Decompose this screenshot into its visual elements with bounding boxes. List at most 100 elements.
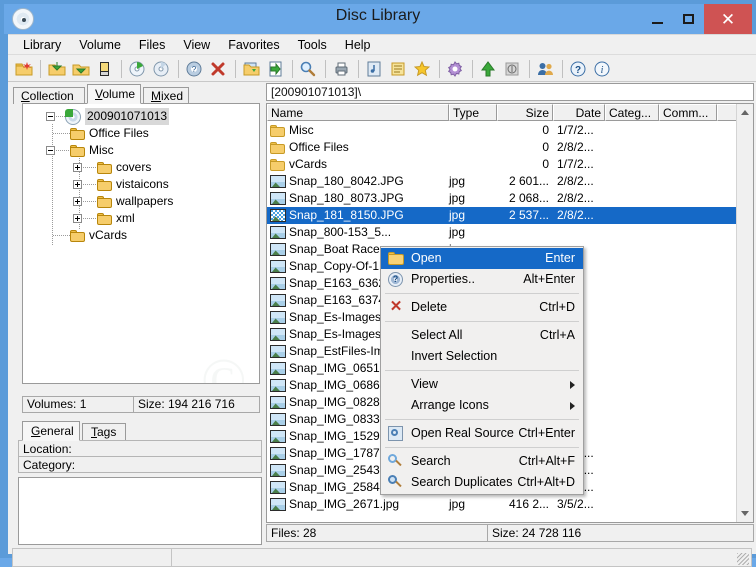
context-menu-separator <box>385 447 579 448</box>
favorites-star-icon[interactable] <box>412 58 434 80</box>
context-menu-item-open[interactable]: Open Enter <box>381 248 583 269</box>
context-menu-item-label: Properties.. <box>411 272 475 286</box>
info-circle-icon[interactable] <box>502 58 524 80</box>
column-header-date[interactable]: Date <box>553 104 605 121</box>
device-icon[interactable] <box>94 58 116 80</box>
menu-tools[interactable]: Tools <box>289 36 336 54</box>
chevron-up-icon <box>741 110 749 115</box>
table-row[interactable]: Misc 0 1/7/2... <box>267 122 737 139</box>
users-icon[interactable] <box>535 58 557 80</box>
expander-minus-icon[interactable] <box>46 112 55 121</box>
image-icon <box>270 243 286 256</box>
print-preview-icon[interactable] <box>331 58 353 80</box>
close-button[interactable]: ✕ <box>704 4 752 34</box>
file-name: Snap_IMG_2671.jpg <box>289 497 400 511</box>
column-header-comment[interactable]: Comm... <box>659 104 717 121</box>
tree-node-covers[interactable]: covers <box>23 159 259 176</box>
table-row[interactable]: Snap_800-153_5... jpg <box>267 224 737 241</box>
context-menu-item-properties[interactable]: ? Properties.. Alt+Enter <box>381 269 583 290</box>
report-icon[interactable] <box>388 58 410 80</box>
file-date: 2/8/2... <box>557 140 594 154</box>
tab-mixed[interactable]: Mixed <box>143 87 189 104</box>
column-header-category[interactable]: Categ... <box>605 104 659 121</box>
tree-connector <box>83 201 97 202</box>
context-menu[interactable]: Open Enter ? Properties.. Alt+Enter ✕ De… <box>380 246 584 495</box>
menu-help[interactable]: Help <box>336 36 380 54</box>
media-icon[interactable] <box>364 58 386 80</box>
resize-grip[interactable] <box>737 553 749 565</box>
import-icon[interactable] <box>265 58 287 80</box>
back-arrow-icon[interactable] <box>478 58 500 80</box>
table-row[interactable]: vCards 0 1/7/2... <box>267 156 737 173</box>
notes-box[interactable] <box>18 477 262 545</box>
volume-tree-panel[interactable]: © S SnapFiles 200901071013 Office Files <box>22 103 260 384</box>
file-name: Snap_IMG_0833... <box>289 412 390 426</box>
table-row[interactable]: Office Files 0 2/8/2... <box>267 139 737 156</box>
menu-library[interactable]: Library <box>14 36 70 54</box>
tree-node-xml[interactable]: xml <box>23 210 259 227</box>
help-icon[interactable]: ? <box>568 58 590 80</box>
table-row-selected[interactable]: Snap_181_8150.JPG jpg 2 537... 2/8/2... <box>267 207 737 224</box>
disc-properties-icon[interactable]: ? <box>184 58 206 80</box>
tab-volume[interactable]: Volume <box>87 84 141 104</box>
vertical-scrollbar[interactable] <box>736 104 753 522</box>
image-icon <box>270 481 286 494</box>
column-header-type[interactable]: Type <box>449 104 497 121</box>
table-row[interactable]: Snap_IMG_2671.jpg jpg 416 2... 3/5/2... <box>267 496 737 513</box>
context-menu-item-search[interactable]: Search Ctrl+Alt+F <box>381 451 583 472</box>
context-menu-item-delete[interactable]: ✕ Delete Ctrl+D <box>381 297 583 318</box>
new-library-icon[interactable] <box>13 58 35 80</box>
menu-volume[interactable]: Volume <box>70 36 130 54</box>
tree-node-office-files[interactable]: Office Files <box>23 125 259 142</box>
tab-general[interactable]: General <box>22 421 80 441</box>
disc-icon[interactable] <box>151 58 173 80</box>
scroll-up-button[interactable] <box>737 104 753 121</box>
expander-plus-icon[interactable] <box>73 163 82 172</box>
delete-icon[interactable] <box>208 58 230 80</box>
tree-node-wallpapers[interactable]: wallpapers <box>23 193 259 210</box>
context-menu-item-open-real-source[interactable]: Open Real Source Ctrl+Enter <box>381 423 583 444</box>
context-menu-item-select-all[interactable]: Select All Ctrl+A <box>381 325 583 346</box>
expander-plus-icon[interactable] <box>73 180 82 189</box>
file-name: Snap_IMG_0828... <box>289 395 390 409</box>
menu-view[interactable]: View <box>174 36 219 54</box>
table-row[interactable]: Snap_180_8042.JPG jpg 2 601... 2/8/2... <box>267 173 737 190</box>
export-icon[interactable] <box>241 58 263 80</box>
file-name: Snap_180_8042.JPG <box>289 174 404 188</box>
image-icon <box>270 209 286 222</box>
file-name: Office Files <box>289 140 349 154</box>
save-folder-icon[interactable] <box>70 58 92 80</box>
tree-node-vistaicons[interactable]: vistaicons <box>23 176 259 193</box>
search-icon[interactable] <box>298 58 320 80</box>
table-row[interactable]: Snap_180_8073.JPG jpg 2 068... 2/8/2... <box>267 190 737 207</box>
scroll-down-button[interactable] <box>737 505 753 522</box>
column-header-name[interactable]: Name <box>267 104 449 121</box>
context-menu-item-label: View <box>411 377 438 391</box>
tree-node-label: xml <box>116 211 135 225</box>
tree-node-vcards[interactable]: vCards <box>23 227 259 244</box>
expander-minus-icon[interactable] <box>46 146 55 155</box>
menu-favorites[interactable]: Favorites <box>219 36 288 54</box>
context-menu-item-search-duplicates[interactable]: Search Duplicates Ctrl+Alt+D <box>381 472 583 493</box>
maximize-button[interactable] <box>673 4 704 34</box>
tab-tags[interactable]: Tags <box>82 423 126 441</box>
open-folder-icon[interactable] <box>46 58 68 80</box>
about-icon[interactable]: i <box>592 58 614 80</box>
column-header-size[interactable]: Size <box>497 104 553 121</box>
context-menu-item-invert-selection[interactable]: Invert Selection <box>381 346 583 367</box>
expander-plus-icon[interactable] <box>73 197 82 206</box>
image-icon <box>270 192 286 205</box>
context-menu-item-shortcut: Alt+Enter <box>523 272 575 286</box>
menu-files[interactable]: Files <box>130 36 174 54</box>
refresh-disc-icon[interactable] <box>127 58 149 80</box>
folder-icon <box>97 213 112 225</box>
tree-node-misc[interactable]: Misc <box>23 142 259 159</box>
settings-gear-icon[interactable] <box>445 58 467 80</box>
minimize-button[interactable] <box>642 4 673 34</box>
tab-collection[interactable]: Collection <box>13 87 85 104</box>
path-field[interactable]: [200901071013]\ <box>266 83 754 101</box>
expander-plus-icon[interactable] <box>73 214 82 223</box>
context-menu-item-view[interactable]: View <box>381 374 583 395</box>
context-menu-item-arrange-icons[interactable]: Arrange Icons <box>381 395 583 416</box>
tree-node-200901071013[interactable]: 200901071013 <box>23 108 259 125</box>
